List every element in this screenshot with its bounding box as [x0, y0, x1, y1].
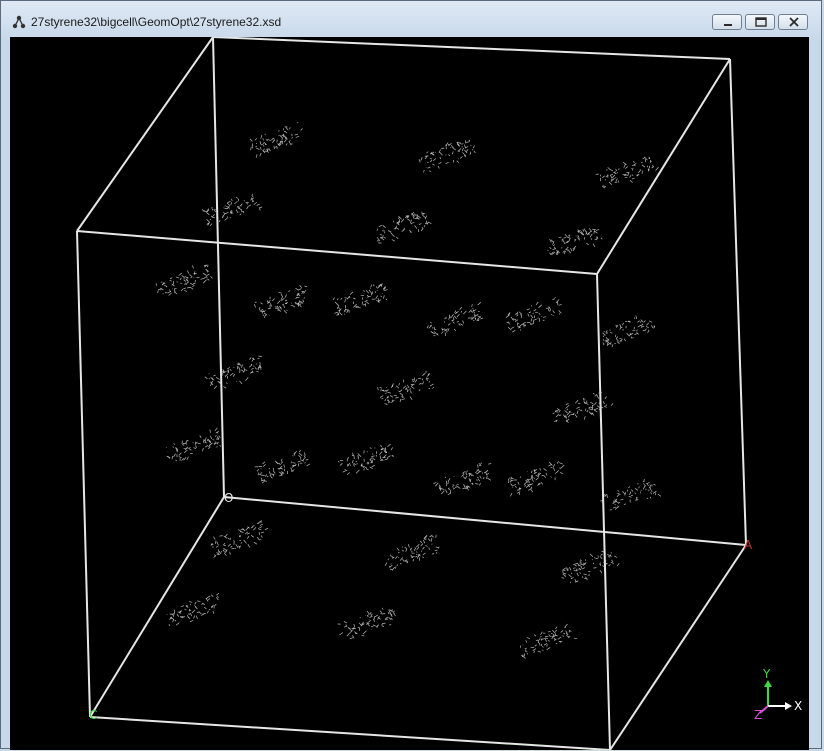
styrene-molecule[interactable]	[520, 623, 578, 659]
styrene-molecule[interactable]	[166, 592, 220, 627]
axis-y-label: Y	[762, 667, 771, 681]
styrene-molecule[interactable]	[155, 264, 213, 296]
styrene-molecule[interactable]	[165, 427, 222, 462]
styrene-molecule[interactable]	[249, 121, 303, 158]
close-icon	[789, 17, 799, 27]
styrene-molecule[interactable]	[377, 370, 435, 406]
3d-viewer-canvas[interactable]: O A C Y X Z	[10, 37, 809, 750]
styrene-molecule[interactable]	[337, 443, 394, 475]
styrene-molecule[interactable]	[210, 520, 269, 558]
maximize-button[interactable]	[745, 14, 775, 30]
styrene-molecule[interactable]	[507, 461, 565, 497]
molecules-layer	[155, 121, 662, 659]
cell-c-label: C	[89, 708, 97, 722]
close-button[interactable]	[778, 14, 808, 30]
molecule-document-icon	[12, 15, 26, 29]
cell-edge	[76, 37, 214, 232]
styrene-molecule[interactable]	[595, 156, 659, 189]
crystal-cell-scene[interactable]: O A C Y X Z	[10, 37, 809, 750]
styrene-molecule[interactable]	[201, 193, 263, 227]
title-bar[interactable]: 27styrene32\bigcell\GeomOpt\27styrene32.…	[1, 1, 821, 37]
cell-edge	[729, 58, 747, 546]
cell-edge	[609, 544, 747, 750]
styrene-molecule[interactable]	[433, 462, 492, 496]
axis-x-label: X	[794, 699, 802, 713]
axes-triad: Y X Z	[754, 667, 802, 722]
minimize-button[interactable]	[712, 14, 742, 30]
unit-cell-box	[76, 37, 747, 750]
styrene-molecule[interactable]	[254, 450, 311, 484]
cell-a-label: A	[744, 538, 753, 552]
cell-edge	[212, 37, 731, 60]
styrene-molecule[interactable]	[602, 315, 656, 348]
styrene-molecule[interactable]	[547, 227, 603, 256]
cell-edge	[76, 230, 91, 718]
styrene-molecule[interactable]	[337, 607, 396, 640]
styrene-molecule[interactable]	[552, 391, 614, 423]
cell-edge	[89, 716, 611, 750]
styrene-molecule[interactable]	[332, 283, 388, 316]
cell-origin-label: O	[224, 491, 233, 505]
cell-edge	[76, 230, 598, 275]
window-title: 27styrene32\bigcell\GeomOpt\27styrene32.…	[31, 15, 282, 29]
minimize-icon	[724, 24, 732, 26]
cell-edge	[596, 58, 731, 275]
cell-edge	[223, 496, 747, 546]
cell-edge	[89, 496, 225, 718]
styrene-molecule[interactable]	[426, 302, 484, 337]
styrene-molecule[interactable]	[376, 211, 432, 244]
document-window: 27styrene32\bigcell\GeomOpt\27styrene32.…	[0, 0, 822, 750]
styrene-molecule[interactable]	[561, 550, 620, 584]
styrene-molecule[interactable]	[600, 478, 662, 511]
cell-edge	[596, 273, 611, 750]
cell-edge	[212, 37, 225, 498]
axis-z-label: Z	[754, 708, 762, 722]
styrene-molecule[interactable]	[505, 297, 562, 333]
styrene-molecule[interactable]	[253, 284, 308, 319]
styrene-molecule[interactable]	[418, 139, 476, 173]
styrene-molecule[interactable]	[384, 534, 440, 571]
maximize-icon	[755, 17, 767, 27]
styrene-molecule[interactable]	[204, 355, 262, 389]
